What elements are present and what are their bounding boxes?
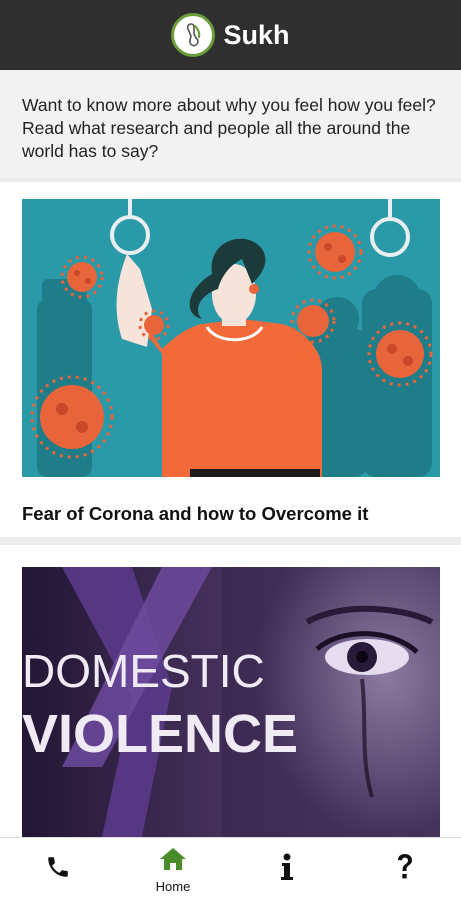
app-header: Sukh [0,0,461,70]
article-title[interactable]: Fear of Corona and how to Overcome it [22,503,368,525]
help-icon [396,853,414,886]
nav-phone[interactable] [30,838,86,900]
home-icon [158,846,188,877]
image-text-line1: DOMESTIC [22,645,265,697]
intro-text: Want to know more about why you feel how… [0,70,461,178]
article-image-domestic-violence: DOMESTIC VIOLENCE [22,567,440,837]
article-image-corona [22,199,440,477]
article-card-corona[interactable]: Fear of Corona and how to Overcome it [0,182,461,537]
image-text-line2: VIOLENCE [22,704,298,764]
app-title: Sukh [223,19,290,50]
nav-home[interactable]: Home [143,838,203,900]
brand: Sukh [171,13,290,57]
phone-icon [45,854,71,885]
bottom-nav: Home [0,837,461,900]
nav-info[interactable] [262,838,312,900]
nav-help[interactable] [380,838,430,900]
info-icon [279,853,295,886]
article-card-domestic-violence[interactable]: DOMESTIC VIOLENCE [0,545,461,837]
sukh-logo-icon [171,13,216,57]
nav-home-label: Home [155,878,191,894]
